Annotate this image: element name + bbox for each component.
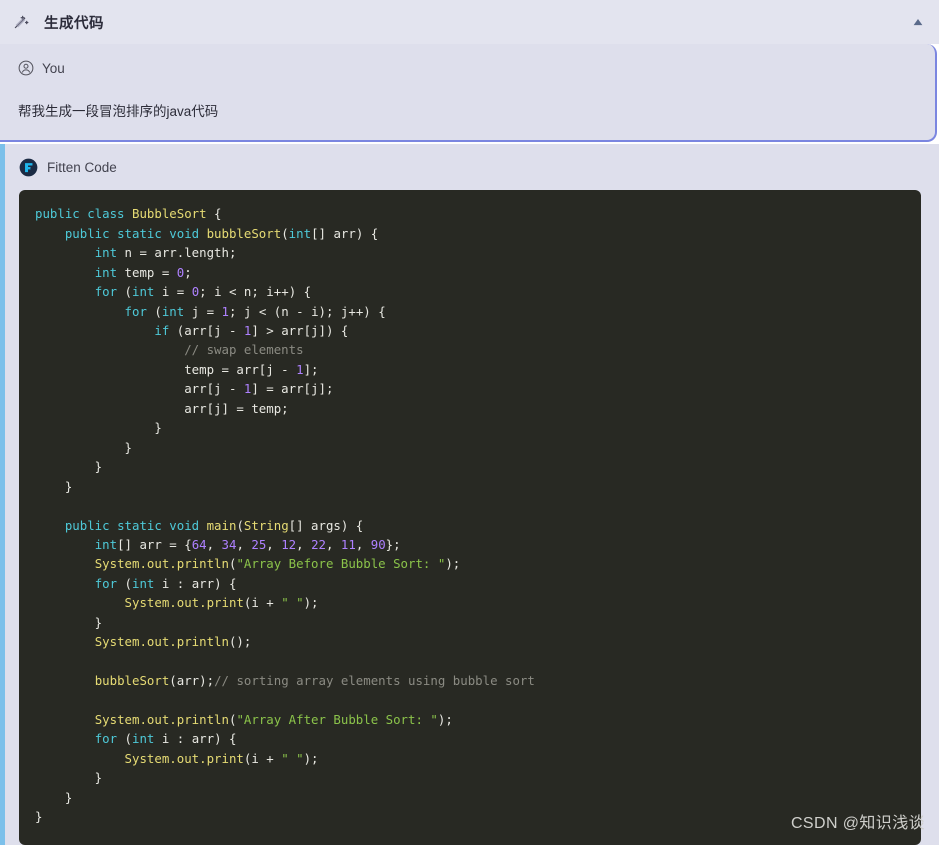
user-message-text: 帮我生成一段冒泡排序的java代码 [18, 104, 219, 119]
user-message-block[interactable]: You 帮我生成一段冒泡排序的java代码 [0, 44, 937, 143]
assistant-identity-row: Fitten Code [5, 156, 939, 178]
assistant-message-block: Fitten Code public class BubbleSort { pu… [0, 144, 939, 845]
panel-header[interactable]: 生成代码 [0, 0, 939, 44]
user-circle-icon [18, 60, 34, 76]
panel-title: 生成代码 [44, 15, 104, 32]
user-identity-row: You [18, 58, 917, 78]
assistant-name-label: Fitten Code [47, 159, 117, 175]
fitten-code-logo-icon [19, 158, 38, 177]
conversation-area: You 帮我生成一段冒泡排序的java代码 Fitten Code public… [0, 44, 939, 845]
user-name-label: You [42, 60, 65, 76]
code-content: public class BubbleSort { public static … [35, 206, 535, 825]
chevron-up-icon[interactable] [911, 15, 925, 29]
code-block[interactable]: public class BubbleSort { public static … [19, 190, 921, 845]
magic-wand-icon [14, 15, 29, 29]
